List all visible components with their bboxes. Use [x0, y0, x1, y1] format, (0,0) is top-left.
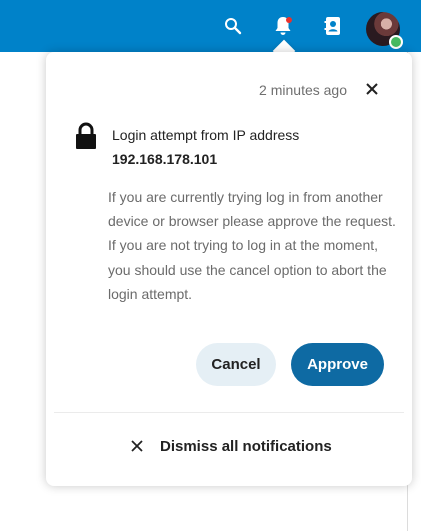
cancel-button[interactable]: Cancel — [196, 343, 276, 386]
divider — [54, 412, 404, 413]
notification-message: If you are currently trying log in from … — [108, 189, 396, 302]
online-status-dot — [389, 35, 403, 49]
notification-ip-address: 192.168.178.101 — [112, 151, 218, 167]
lock-icon — [74, 122, 98, 150]
unread-indicator-dot — [286, 17, 292, 23]
close-notification-button[interactable] — [362, 79, 382, 99]
approve-button[interactable]: Approve — [291, 343, 384, 386]
notification-timestamp: 2 minutes ago — [259, 82, 347, 98]
notification-title: Login attempt from IP address — [112, 127, 300, 143]
dismiss-all-notifications-button[interactable]: Dismiss all notifications — [130, 432, 332, 460]
top-header-bar — [0, 0, 421, 52]
search-icon[interactable] — [220, 13, 246, 39]
close-icon — [130, 439, 144, 453]
notifications-icon[interactable] — [270, 13, 296, 39]
notifications-popover: 2 minutes ago Login attempt from IP addr… — [46, 52, 412, 486]
close-icon — [366, 83, 378, 95]
contacts-icon[interactable] — [320, 13, 346, 39]
dismiss-all-label: Dismiss all notifications — [160, 437, 332, 455]
user-avatar[interactable] — [366, 12, 403, 49]
